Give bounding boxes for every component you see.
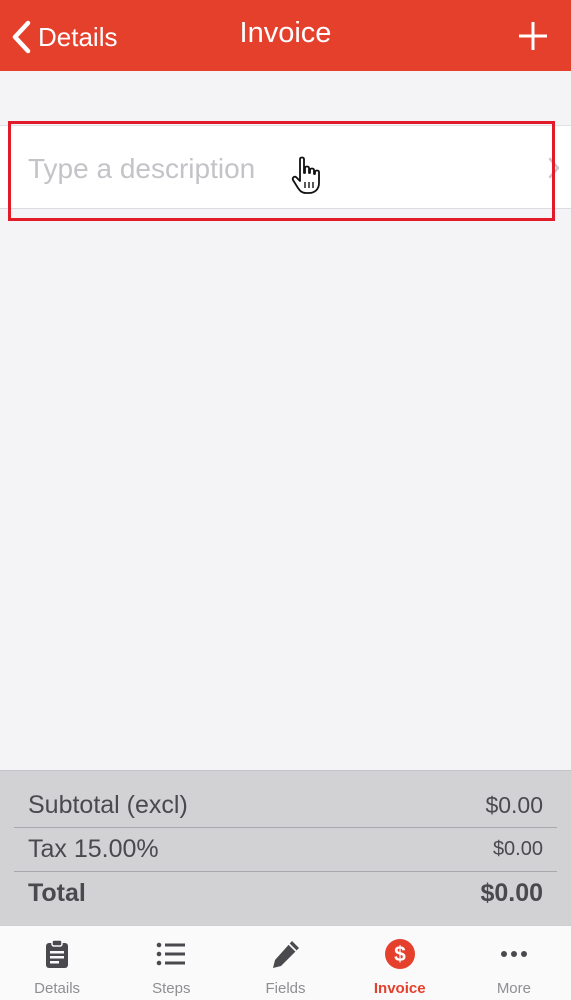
subtotal-label: Subtotal (excl) [28,791,188,819]
chevron-right-icon [548,157,560,179]
hand-pointer-cursor-icon [291,156,320,194]
clipboard-icon [40,937,74,971]
total-label: Total [28,878,86,907]
tab-more[interactable]: More [457,926,571,1000]
pencil-icon [269,937,303,971]
tab-more-label: More [496,980,531,997]
add-button[interactable] [515,18,551,54]
subtotal-value: $0.00 [485,792,543,818]
tax-value: $0.00 [492,838,543,860]
tab-details-label: Details [34,980,81,997]
tax-row: Tax 15.00% $0.00 [14,828,557,872]
total-value: $0.00 [480,878,543,907]
tab-fields[interactable]: Fields [228,926,342,1000]
chevron-left-icon [12,20,31,54]
navigation-bar: Details Invoice [0,0,571,71]
list-icon [154,937,188,971]
plus-icon [519,22,547,50]
tab-details[interactable]: Details [0,926,114,1000]
subtotal-row: Subtotal (excl) $0.00 [14,784,557,828]
tab-bar: Details Steps Fields $ Invoice More [0,925,571,1000]
tab-steps-label: Steps [152,980,191,997]
tab-steps[interactable]: Steps [114,926,228,1000]
dollar-circle-icon: $ [383,937,417,971]
svg-text:$: $ [394,943,406,966]
description-placeholder: Type a description [28,153,256,184]
back-button[interactable]: Details [10,18,117,56]
tab-invoice-label: Invoice [373,980,426,997]
total-row: Total $0.00 [14,871,557,915]
tax-label: Tax 15.00% [28,835,159,863]
tab-invoice[interactable]: $ Invoice [343,926,457,1000]
ellipsis-icon [497,937,531,971]
tab-fields-label: Fields [265,980,306,997]
totals-panel: Subtotal (excl) $0.00 Tax 15.00% $0.00 T… [0,770,571,925]
back-button-label: Details [38,21,118,52]
description-row[interactable]: Type a description [0,125,571,209]
